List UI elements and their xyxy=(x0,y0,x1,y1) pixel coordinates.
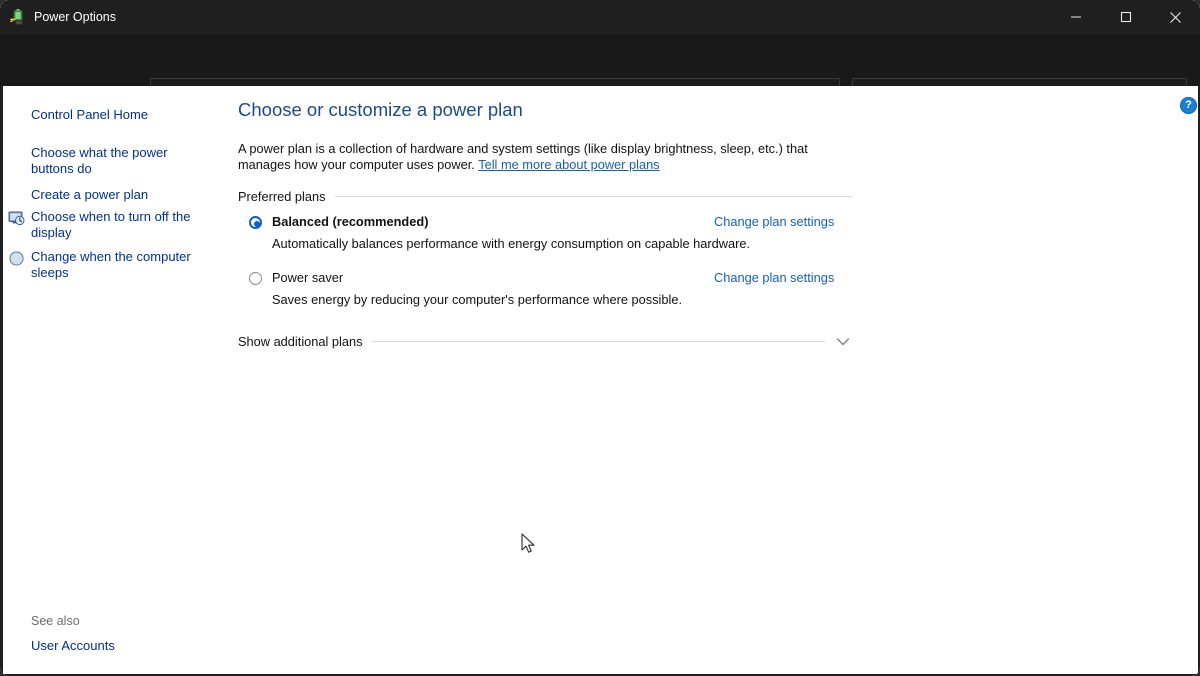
window-frame-left xyxy=(0,86,3,676)
content-area: Control Panel Home Choose what the power… xyxy=(0,86,1200,676)
power-options-window: Power Options Search Control Panel Contr… xyxy=(0,0,1200,676)
plan-description-balanced: Automatically balances performance with … xyxy=(272,236,751,251)
minimize-icon xyxy=(1071,16,1081,18)
sidebar-item-choose-power-buttons[interactable]: Choose what the power buttons do xyxy=(31,145,211,177)
navigation-toolbar: › Control Panel › All Control Panel Item… xyxy=(0,34,1200,113)
show-additional-plans-label: Show additional plans xyxy=(238,334,363,349)
main-panel: ? Choose or customize a power plan A pow… xyxy=(225,86,1200,676)
monitor-clock-icon xyxy=(8,211,25,226)
tell-me-more-link[interactable]: Tell me more about power plans xyxy=(478,157,659,172)
close-icon xyxy=(1169,11,1181,23)
page-title: Choose or customize a power plan xyxy=(238,99,523,120)
sidebar-item-turn-off-display[interactable]: Choose when to turn off the display xyxy=(31,209,211,241)
sidebar-item-create-power-plan[interactable]: Create a power plan xyxy=(31,187,211,203)
preferred-plans-header: Preferred plans xyxy=(238,189,853,204)
section-divider xyxy=(371,341,825,342)
page-description: A power plan is a collection of hardware… xyxy=(238,141,863,173)
sidebar-item-user-accounts[interactable]: User Accounts xyxy=(31,638,115,653)
plan-name-power-saver: Power saver xyxy=(272,270,344,285)
help-button[interactable]: ? xyxy=(1180,97,1197,114)
close-button[interactable] xyxy=(1152,0,1198,34)
maximize-icon xyxy=(1120,11,1132,23)
plan-radio-balanced[interactable] xyxy=(249,216,262,229)
preferred-plans-label: Preferred plans xyxy=(238,189,326,204)
maximize-button[interactable] xyxy=(1103,0,1149,34)
sidebar-item-computer-sleeps[interactable]: Change when the computer sleeps xyxy=(31,249,211,281)
minimize-button[interactable] xyxy=(1053,0,1099,34)
title-bar: Power Options xyxy=(0,0,1200,34)
power-plug-battery-icon xyxy=(10,9,23,25)
see-also-label: See also xyxy=(31,614,80,628)
moon-sleep-icon xyxy=(9,251,24,266)
window-title: Power Options xyxy=(34,10,116,24)
change-plan-settings-power-saver[interactable]: Change plan settings xyxy=(714,270,834,285)
chevron-down-icon[interactable] xyxy=(833,335,853,349)
plan-radio-power-saver[interactable] xyxy=(249,272,262,285)
sidebar-item-control-panel-home[interactable]: Control Panel Home xyxy=(31,107,211,123)
show-additional-plans-row[interactable]: Show additional plans xyxy=(238,334,853,349)
section-divider xyxy=(334,196,853,197)
plan-name-balanced: Balanced (recommended) xyxy=(272,214,429,229)
change-plan-settings-balanced[interactable]: Change plan settings xyxy=(714,214,834,229)
sidebar: Control Panel Home Choose what the power… xyxy=(0,86,225,676)
plan-description-power-saver: Saves energy by reducing your computer's… xyxy=(272,292,683,307)
